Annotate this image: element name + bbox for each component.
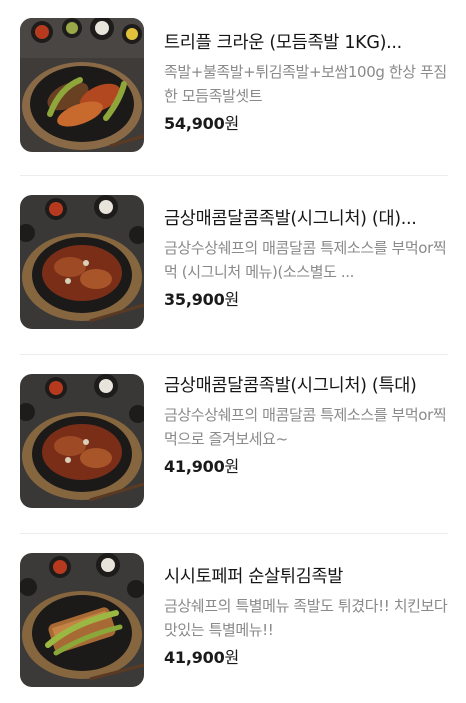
price-value: 41,900: [164, 457, 225, 476]
menu-item-info: 트리플 크라운 (모듬족발 1KG)... 족발+불족발+튀김족발+보쌈100g…: [164, 30, 448, 135]
spicy-jokbal-image: [20, 374, 144, 508]
fried-jokbal-image: [20, 553, 144, 687]
menu-item-description: 족발+불족발+튀김족발+보쌈100g 한상 푸짐한 모듬족발셋트: [164, 63, 447, 105]
price-currency: 원: [224, 290, 240, 309]
menu-item-name: 시시토페퍼 순살튀김족발: [164, 567, 344, 587]
menu-item-price: 54,900원: [164, 113, 448, 135]
price-currency: 원: [224, 114, 240, 133]
price-value: 54,900: [164, 114, 225, 133]
menu-item-description: 금상쉐프의 특별메뉴 족발도 튀겼다!! 치킨보다 맛있는 특별메뉴!!: [164, 597, 448, 639]
menu-item-info: 시시토페퍼 순살튀김족발 금상쉐프의 특별메뉴 족발도 튀겼다!! 치킨보다 맛…: [164, 564, 448, 669]
menu-item-signature-large[interactable]: 금상매콤달콤족발(시그니처) (대)... 금상수상쉐프의 매콤달콤 특제소스를…: [0, 176, 466, 354]
menu-item-description: 금상수상쉐프의 매콤달콤 특제소스를 부먹or찍먹으로 즐겨보세요~: [164, 406, 447, 448]
menu-item-price: 35,900원: [164, 289, 448, 311]
menu-list: 트리플 크라운 (모듬족발 1KG)... 족발+불족발+튀김족발+보쌈100g…: [0, 0, 466, 703]
spicy-jokbal-image: [20, 195, 144, 329]
jokbal-platter-image: [20, 18, 144, 152]
menu-item-price: 41,900원: [164, 647, 448, 669]
menu-item-info: 금상매콤달콤족발(시그니처) (대)... 금상수상쉐프의 매콤달콤 특제소스를…: [164, 206, 448, 311]
price-value: 41,900: [164, 648, 225, 667]
menu-item-info: 금상매콤달콤족발(시그니처) (특대) 금상수상쉐프의 매콤달콤 특제소스를 부…: [164, 373, 448, 478]
price-currency: 원: [224, 457, 240, 476]
menu-item-signature-xlarge[interactable]: 금상매콤달콤족발(시그니처) (특대) 금상수상쉐프의 매콤달콤 특제소스를 부…: [0, 355, 466, 533]
price-currency: 원: [224, 648, 240, 667]
menu-item-name: 금상매콤달콤족발(시그니처) (특대): [164, 376, 417, 396]
menu-item-description: 금상수상쉐프의 매콤달콤 특제소스를 부먹or찍먹 (시그니처 메뉴)(소스별도…: [164, 239, 447, 281]
menu-item-shishito-fried[interactable]: 시시토페퍼 순살튀김족발 금상쉐프의 특별메뉴 족발도 튀겼다!! 치킨보다 맛…: [0, 534, 466, 703]
price-value: 35,900: [164, 290, 225, 309]
menu-item-name: 금상매콤달콤족발(시그니처) (대)...: [164, 209, 417, 229]
menu-item-price: 41,900원: [164, 456, 448, 478]
menu-item-name: 트리플 크라운 (모듬족발 1KG)...: [164, 33, 402, 53]
menu-item-triple-crown[interactable]: 트리플 크라운 (모듬족발 1KG)... 족발+불족발+튀김족발+보쌈100g…: [0, 0, 466, 175]
